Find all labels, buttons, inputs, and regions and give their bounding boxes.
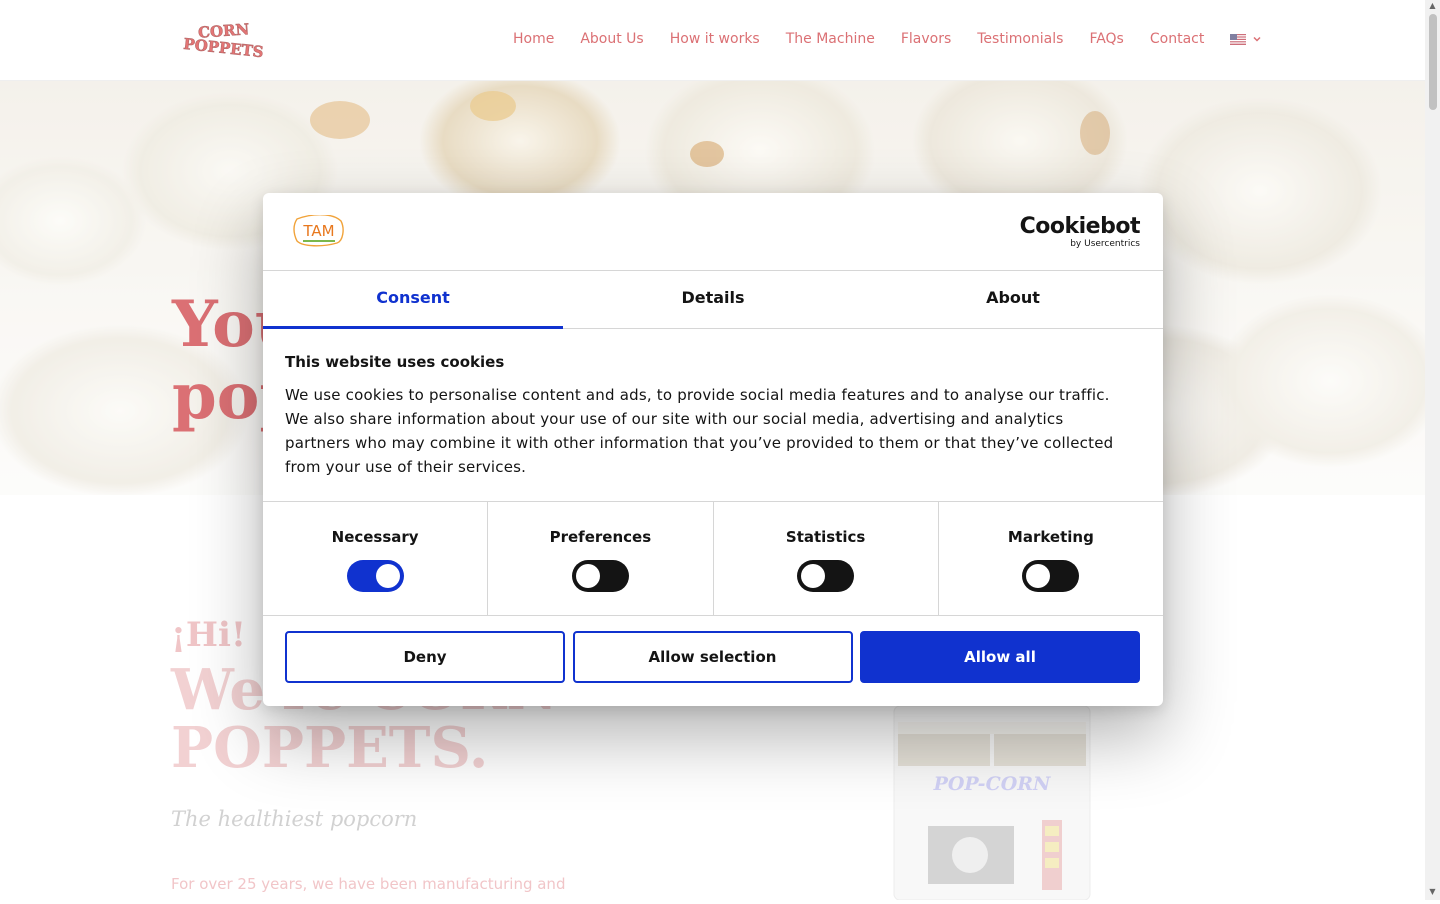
allow-all-button[interactable]: Allow all — [860, 631, 1140, 683]
tam-logo: TAM — [293, 214, 345, 247]
dialog-body: This website uses cookies We use cookies… — [285, 353, 1125, 479]
dialog-description: We use cookies to personalise content an… — [285, 386, 1114, 476]
tab-details[interactable]: Details — [563, 271, 863, 328]
category-preferences: Preferences — [488, 502, 714, 615]
category-label: Marketing — [1007, 528, 1094, 546]
category-necessary: Necessary — [263, 502, 489, 615]
allow-selection-button[interactable]: Allow selection — [572, 631, 853, 683]
marketing-toggle[interactable] — [1022, 560, 1080, 592]
cookiebot-logo[interactable]: Cookiebot by Usercentrics — [1019, 214, 1141, 250]
cookiebot-byline: by Usercentrics — [1070, 239, 1140, 249]
dialog-title: This website uses cookies — [285, 353, 505, 371]
category-label: Preferences — [549, 528, 652, 546]
necessary-toggle[interactable] — [346, 560, 404, 592]
category-marketing: Marketing — [939, 502, 1163, 615]
scroll-up-arrow-icon[interactable]: ▲ — [1428, 2, 1437, 10]
category-label: Necessary — [331, 528, 419, 546]
dialog-header: TAM Cookiebot by Usercentrics — [263, 193, 1163, 271]
dialog-actions: Deny Allow selection Allow all — [285, 631, 1140, 683]
statistics-toggle[interactable] — [797, 560, 855, 592]
category-label: Statistics — [785, 528, 866, 546]
tab-about[interactable]: About — [863, 271, 1163, 328]
tab-consent[interactable]: Consent — [263, 271, 563, 329]
preferences-toggle[interactable] — [571, 560, 629, 592]
cookie-categories: Necessary Preferences Statistics Marketi… — [263, 501, 1163, 616]
deny-button[interactable]: Deny — [285, 631, 565, 683]
dialog-tabs: Consent Details About — [263, 271, 1163, 329]
category-statistics: Statistics — [714, 502, 939, 615]
cookiebot-wordmark: Cookiebot — [1019, 214, 1141, 239]
page-scrollbar[interactable]: ▲ ▼ — [1425, 0, 1440, 900]
cookie-consent-dialog: TAM Cookiebot by Usercentrics Consent De… — [263, 193, 1163, 706]
scroll-down-arrow-icon[interactable]: ▼ — [1428, 888, 1437, 896]
tam-logo-text: TAM — [302, 222, 334, 240]
scrollbar-thumb[interactable] — [1429, 14, 1437, 110]
